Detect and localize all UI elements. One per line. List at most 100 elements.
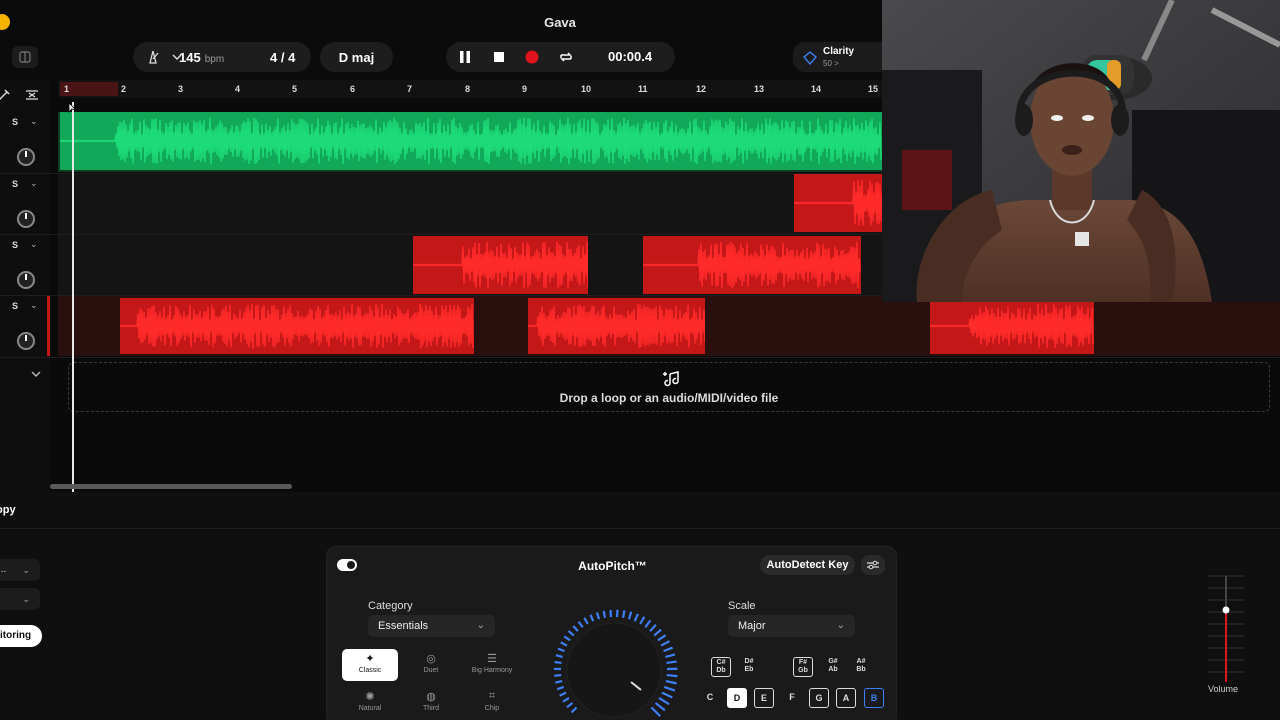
category-select[interactable]: Essentials ⌄ [368, 615, 495, 637]
dial-tick [566, 702, 574, 709]
scale-select[interactable]: Major ⌄ [728, 615, 855, 637]
dial-tick [562, 697, 570, 703]
key-a-button[interactable]: A [836, 688, 856, 708]
autodetect-key-button[interactable]: AutoDetect Key [760, 555, 855, 575]
ruler-bar-number: 13 [754, 84, 765, 94]
dial-tick [639, 616, 646, 625]
panel-icon [19, 51, 31, 63]
tempo-group: 145 bpm 4 / 4 [133, 42, 311, 72]
mode-big-harmony-button[interactable]: ☰ Big Harmony [464, 649, 520, 681]
audio-clip[interactable] [528, 298, 705, 354]
mode-label: Third [423, 705, 439, 712]
chevron-down-icon: ⌄ [476, 620, 485, 631]
dial-tick [557, 647, 565, 653]
ruler-bar-number: 3 [178, 84, 184, 94]
dial-tick [567, 630, 575, 637]
chip-icon: ⌗ [488, 690, 496, 702]
solo-button[interactable]: S [12, 179, 18, 189]
mode-duet-button[interactable]: ◎ Duet [403, 649, 459, 681]
key-c-button[interactable]: C [700, 688, 720, 708]
dial-tick [572, 625, 579, 632]
drop-zone[interactable]: Drop a loop or an audio/MIDI/video file [68, 362, 1270, 412]
volume-slider[interactable] [1206, 574, 1246, 694]
audio-clip[interactable] [643, 236, 861, 294]
audio-clip[interactable] [930, 298, 1094, 354]
mode-label: Big Harmony [471, 667, 513, 674]
key-g-button[interactable]: G [809, 688, 829, 708]
chevron-down-icon: ⌄ [836, 620, 845, 631]
pause-icon[interactable] [457, 49, 473, 65]
key-e-button[interactable]: E [754, 688, 774, 708]
time-signature[interactable]: 4 / 4 [270, 50, 295, 65]
bottom-panel: opy ...⌄ ⌄ itoring AutoPitch™ AutoDetect… [0, 492, 1280, 720]
track-divider [0, 357, 1280, 358]
pan-knob[interactable] [17, 148, 35, 166]
stop-icon[interactable] [491, 49, 507, 65]
key-sharp-button[interactable]: C# Db [711, 657, 731, 677]
dial-tick [555, 680, 563, 684]
loop-icon[interactable] [558, 49, 574, 65]
solo-button[interactable]: S [12, 117, 18, 127]
waveform [528, 303, 705, 349]
key-selector[interactable]: D maj [320, 42, 393, 72]
monitoring-button[interactable]: itoring [0, 625, 42, 647]
audio-clip[interactable] [120, 298, 474, 354]
key-sharp-button[interactable]: A# Bb [851, 657, 871, 677]
volume-track [1208, 575, 1244, 682]
dial-tick [633, 613, 639, 622]
third-icon: ◍ [426, 691, 436, 703]
mode-label: Classic [358, 667, 382, 674]
playhead[interactable] [72, 102, 74, 494]
bpm-value[interactable]: 145 bpm [179, 50, 224, 65]
horizontal-scrollbar[interactable] [50, 484, 292, 489]
chevron-down-icon[interactable]: ⌄ [30, 178, 38, 189]
key-b-button[interactable]: B [864, 688, 884, 708]
dial-tick [583, 617, 589, 625]
key-sharp-button[interactable]: G# Ab [823, 657, 843, 677]
key-d-button[interactable]: D [727, 688, 747, 708]
dial-tick [559, 691, 567, 697]
pan-knob[interactable] [17, 332, 35, 350]
timecode: 00:00.4 [608, 49, 653, 64]
audio-clip[interactable] [794, 174, 884, 232]
dial-tick [666, 673, 678, 678]
tool-icon[interactable] [0, 88, 11, 102]
waveform [794, 179, 884, 227]
ruler-bar-number: 10 [581, 84, 592, 94]
chevron-down-icon[interactable]: ⌄ [30, 116, 38, 127]
mode-natural-button[interactable]: ✺ Natural [342, 687, 398, 719]
ruler-bar-number: 5 [292, 84, 298, 94]
input-dropdown[interactable]: ⌄ [0, 588, 40, 610]
key-sharp-button[interactable]: D# Eb [739, 657, 759, 677]
key-sharp-button[interactable]: F# Gb [793, 657, 813, 677]
fit-icon[interactable] [24, 88, 40, 102]
waveform [413, 241, 588, 289]
category-label: Category [368, 600, 413, 612]
audio-clip[interactable] [60, 112, 882, 170]
settings-button[interactable] [861, 555, 885, 575]
key-f-button[interactable]: F [782, 688, 802, 708]
chevron-down-icon[interactable]: ⌄ [30, 239, 38, 250]
pitch-amount-dial[interactable] [549, 605, 679, 720]
dial-tick [627, 611, 633, 620]
preset-dropdown[interactable]: ...⌄ [0, 559, 40, 581]
pan-knob[interactable] [17, 271, 35, 289]
chevron-down-icon[interactable] [30, 369, 42, 379]
ruler-bar-number: 4 [235, 84, 241, 94]
clarity-badge[interactable]: Clarity 50 > [793, 42, 893, 72]
solo-button[interactable]: S [12, 240, 18, 250]
metronome-icon[interactable] [145, 49, 161, 65]
mode-third-button[interactable]: ◍ Third [403, 687, 459, 719]
solo-button[interactable]: S [12, 301, 18, 311]
mode-chip-button[interactable]: ⌗ Chip [464, 687, 520, 719]
audio-clip[interactable] [413, 236, 588, 294]
mode-classic-button[interactable]: ✦ Classic [342, 649, 398, 681]
panel-toggle-button[interactable] [12, 46, 38, 68]
pan-knob[interactable] [17, 210, 35, 228]
dial-tick [560, 641, 568, 647]
section-label: opy [0, 504, 16, 516]
mode-label: Natural [358, 705, 382, 712]
chevron-down-icon[interactable]: ⌄ [30, 300, 38, 311]
dial-tick [663, 685, 676, 692]
record-icon[interactable] [524, 49, 540, 65]
